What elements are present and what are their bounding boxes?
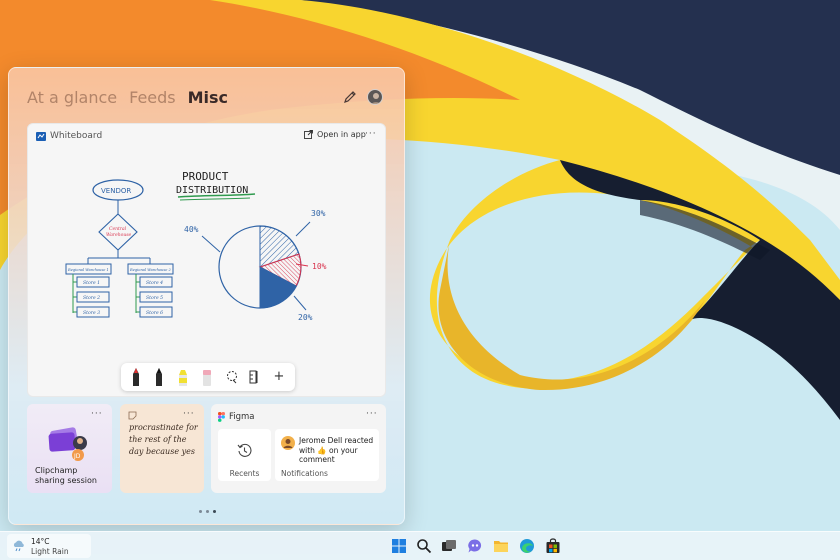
figma-widget: Figma ··· Recents Jerome Dell reacted wi… <box>211 404 386 493</box>
pie-label-10: 10% <box>312 262 327 271</box>
search-icon[interactable] <box>416 538 432 554</box>
whiteboard-widget: Whiteboard Open in app ··· PRODUCT DISTR… <box>27 123 386 397</box>
figma-notification-text: Jerome Dell reacted with 👍 on your comme… <box>299 436 374 464</box>
edge-browser-icon[interactable] <box>519 538 535 554</box>
open-in-app-label: Open in app <box>317 130 366 139</box>
taskbar: 14°C Light Rain <box>0 531 840 560</box>
avatar <box>281 436 295 450</box>
windows-start-icon[interactable] <box>391 538 407 554</box>
pie-label-40: 40% <box>184 225 199 234</box>
whiteboard-more-button[interactable]: ··· <box>365 129 377 139</box>
figma-more-button[interactable]: ··· <box>366 409 378 419</box>
widgets-panel: At a glance Feeds Misc Whiteboard Open i… <box>8 67 405 525</box>
page-dot[interactable] <box>199 510 202 513</box>
pie-label-20: 20% <box>298 313 313 322</box>
task-view-icon[interactable] <box>441 538 457 554</box>
page-dot-active[interactable] <box>213 510 216 513</box>
notifications-label: Notifications <box>281 469 328 478</box>
svg-text:JD: JD <box>73 453 81 460</box>
user-icon <box>371 93 381 104</box>
sticky-note-text: procrastinate for the rest of the day be… <box>129 423 198 456</box>
open-external-icon <box>304 130 313 139</box>
black-pen-icon[interactable] <box>154 367 164 387</box>
tab-feeds[interactable]: Feeds <box>129 88 176 107</box>
whiteboard-header: Whiteboard Open in app ··· <box>28 124 385 148</box>
ruler-icon[interactable] <box>248 367 260 387</box>
sketch-store: Store 4 <box>146 280 163 286</box>
whiteboard-canvas[interactable]: PRODUCT DISTRIBUTION VENDOR Central Ware… <box>28 148 387 362</box>
inking-toolbar: + <box>121 363 295 391</box>
clipchamp-session-icon: JD <box>48 427 87 461</box>
open-in-app-button[interactable]: Open in app <box>304 130 366 139</box>
recents-label: Recents <box>229 469 260 478</box>
widget-tabs: At a glance Feeds Misc <box>27 88 228 107</box>
avatar[interactable] <box>367 89 383 105</box>
sketch-central-1: Central <box>109 226 127 232</box>
store-icon[interactable] <box>545 538 561 554</box>
clipchamp-widget[interactable]: ··· JD Clipchamp sharing session <box>27 404 112 493</box>
sketch-central-2: Warehouse <box>106 232 132 238</box>
figma-icon <box>218 412 225 422</box>
sketch-heading-1: PRODUCT <box>182 170 229 183</box>
lasso-icon[interactable] <box>225 367 239 387</box>
sketch-regional-left: Regional Warehouse 1 <box>67 268 109 272</box>
pencil-icon[interactable] <box>343 90 357 104</box>
page-dot[interactable] <box>206 510 209 513</box>
sticky-note-widget[interactable]: ··· procrastinate for the rest of the da… <box>120 404 204 493</box>
clipchamp-more-button[interactable]: ··· <box>91 409 103 419</box>
tab-at-a-glance[interactable]: At a glance <box>27 88 117 107</box>
sketch-store: Store 3 <box>83 310 100 316</box>
sticky-note-more-button[interactable]: ··· <box>183 409 195 419</box>
sticky-note-icon <box>128 411 137 420</box>
cloud-rain-icon <box>13 540 24 552</box>
weather-description: Light Rain <box>31 547 69 556</box>
sketch-store: Store 2 <box>83 295 100 301</box>
weather-temperature: 14°C <box>31 537 50 546</box>
tab-misc[interactable]: Misc <box>188 88 228 107</box>
red-pen-icon[interactable] <box>131 367 141 387</box>
sketch-store: Store 5 <box>146 295 163 301</box>
page-indicator[interactable] <box>199 510 216 513</box>
highlighter-icon[interactable] <box>177 367 189 387</box>
figma-recents-tile[interactable]: Recents <box>218 429 271 481</box>
weather-widget-button[interactable]: 14°C Light Rain <box>7 534 91 558</box>
whiteboard-icon <box>36 132 46 141</box>
sketch-store: Store 1 <box>83 280 100 286</box>
clipchamp-label: Clipchamp sharing session <box>35 466 97 485</box>
eraser-icon[interactable] <box>201 367 213 387</box>
pie-label-30: 30% <box>311 209 326 218</box>
add-icon[interactable]: + <box>273 367 285 387</box>
figma-title: Figma <box>229 412 255 422</box>
sketch-vendor: VENDOR <box>101 187 131 195</box>
sketch-store: Store 6 <box>146 310 163 316</box>
sketch-regional-right: Regional Warehouse 2 <box>129 268 171 272</box>
file-explorer-icon[interactable] <box>493 538 509 554</box>
teams-chat-icon[interactable] <box>467 538 483 554</box>
figma-notifications-tile[interactable]: Jerome Dell reacted with 👍 on your comme… <box>275 429 379 481</box>
history-icon <box>237 443 252 457</box>
whiteboard-title: Whiteboard <box>50 131 103 141</box>
